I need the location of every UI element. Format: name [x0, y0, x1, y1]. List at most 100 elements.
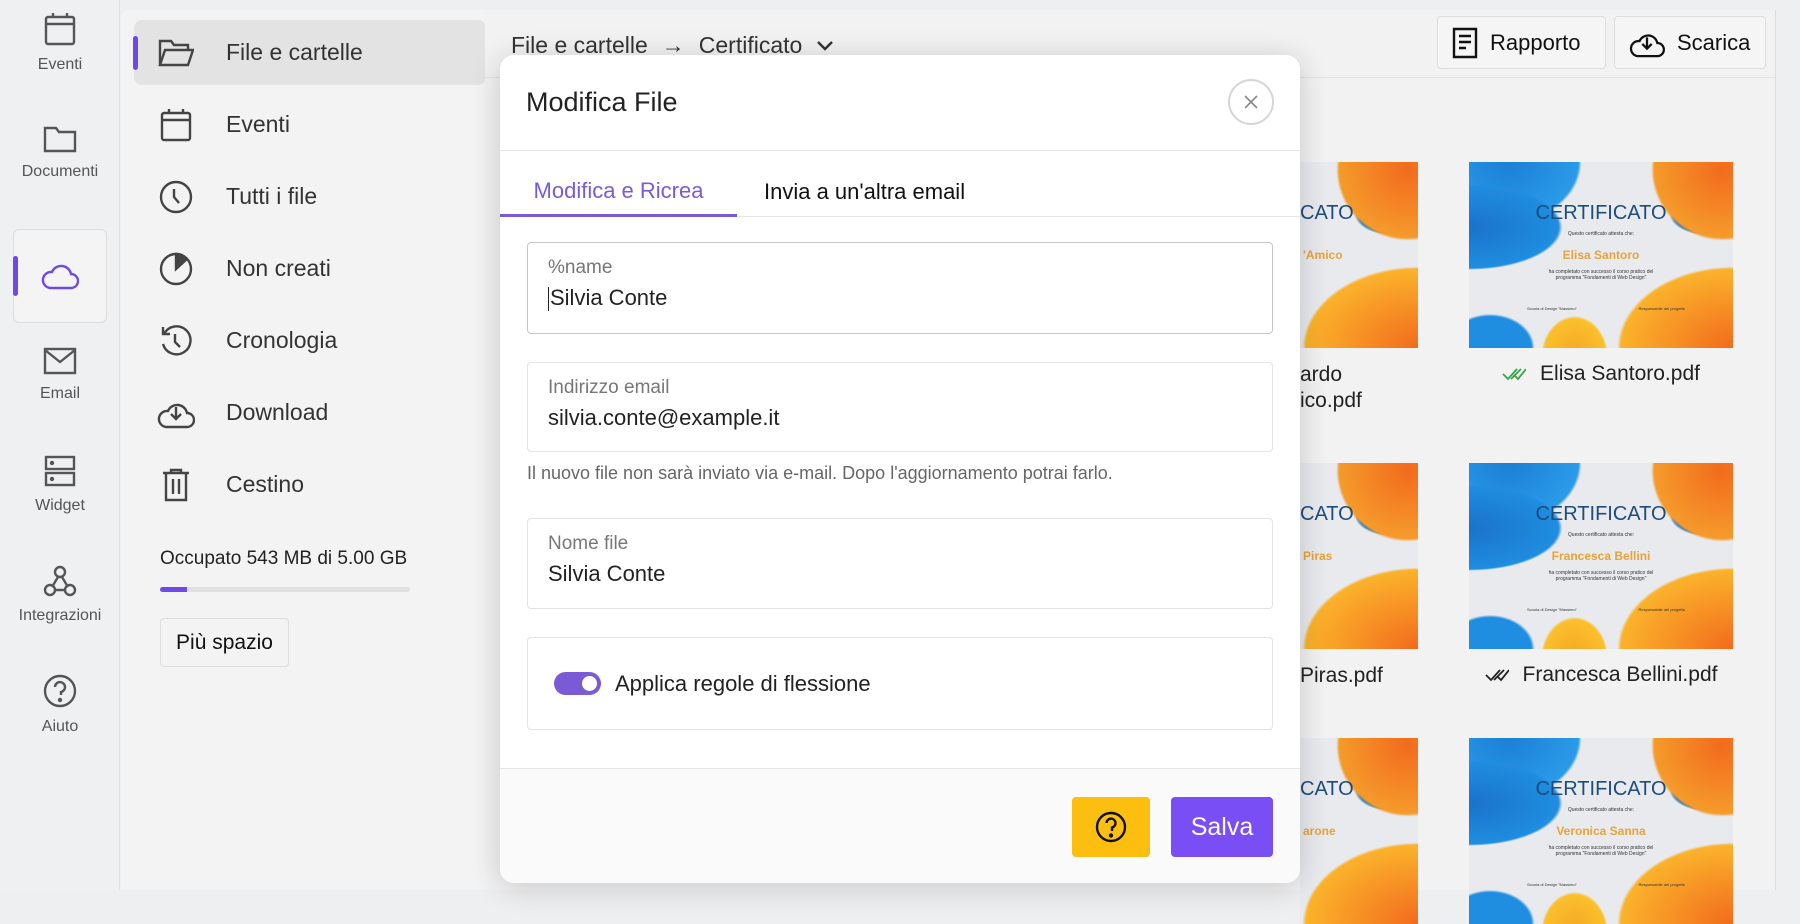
cert-title: CERTIFICATO	[1535, 503, 1667, 525]
save-button[interactable]: Salva	[1171, 797, 1273, 857]
folder-open-icon	[156, 39, 196, 67]
email-field[interactable]: Indirizzo email silvia.conte@example.it	[527, 362, 1273, 452]
sidebar: File e cartelle Eventi Tutti i file Non …	[121, 10, 486, 890]
sidebar-item-cronologia[interactable]: Cronologia	[134, 308, 486, 373]
close-button[interactable]	[1228, 79, 1274, 125]
double-check-icon	[1502, 367, 1527, 381]
email-input[interactable]: silvia.conte@example.it	[548, 405, 1252, 431]
rail-item-integrazioni[interactable]: Integrazioni	[13, 548, 107, 642]
sidebar-item-label: Download	[226, 399, 329, 425]
tab-invia-altra-email[interactable]: Invia a un'altra email	[764, 167, 965, 217]
server-icon	[44, 455, 76, 487]
cert-text: ha completato con successo il corso prat…	[1548, 570, 1654, 582]
download-button[interactable]: Scarica	[1614, 16, 1766, 69]
field-label: Indirizzo email	[548, 377, 670, 398]
storage-progress-fill	[160, 587, 187, 592]
certificate-thumbnail: CATO Piras	[1300, 463, 1418, 649]
filename-input[interactable]: Silvia Conte	[548, 561, 1252, 587]
certificate-thumbnail: CERTIFICATO Questo certificato attesta c…	[1469, 162, 1733, 348]
app-rail: Eventi Documenti Email Widget Integrazio…	[0, 0, 120, 890]
file-name: Francesca Bellini.pdf	[1522, 663, 1718, 686]
cert-name: Elisa Santoro	[1562, 248, 1640, 262]
webhook-icon	[43, 565, 77, 597]
report-label: Rapporto	[1490, 29, 1581, 55]
divider	[500, 150, 1300, 151]
file-card[interactable]: CERTIFICATO Questo certificato attesta c…	[1469, 738, 1733, 924]
close-icon	[1243, 94, 1259, 110]
sidebar-item-cestino[interactable]: Cestino	[134, 452, 486, 517]
rail-item-aiuto[interactable]: Aiuto	[13, 658, 107, 752]
cloud-download-icon	[156, 397, 196, 429]
cert-text: Responsabile del progetto	[1638, 607, 1685, 612]
sidebar-item-download[interactable]: Download	[134, 380, 486, 445]
help-button[interactable]	[1072, 797, 1150, 857]
file-card[interactable]: CATO Piras Piras.pdf	[1300, 463, 1418, 689]
rail-item-documenti[interactable]: Documenti	[13, 106, 107, 200]
cert-text: Questo certificato attesta che:	[1567, 532, 1635, 538]
rail-label: Integrazioni	[18, 607, 102, 624]
filename-field[interactable]: Nome file Silvia Conte	[527, 518, 1273, 609]
storage-usage-text: Occupato 543 MB di 5.00 GB	[160, 548, 408, 569]
rail-item-eventi[interactable]: Eventi	[13, 0, 107, 90]
name-field[interactable]: %name Silvia Conte	[527, 242, 1273, 334]
file-name: Piras.pdf	[1300, 664, 1383, 687]
cert-text: Questo certificato attesta che:	[1567, 231, 1635, 237]
sidebar-item-file-e-cartelle[interactable]: File e cartelle	[133, 20, 486, 85]
sidebar-item-label: Tutti i file	[226, 183, 318, 209]
clock-icon	[156, 180, 196, 214]
text-caret	[548, 287, 549, 312]
cloud-download-icon	[1629, 28, 1665, 58]
divider	[737, 216, 1300, 217]
inflection-toggle[interactable]	[554, 672, 601, 695]
cert-name: Piras	[1303, 549, 1333, 563]
rail-label: Documenti	[21, 163, 99, 180]
calendar-icon	[44, 12, 76, 46]
cert-text: Responsabile del progetto	[1638, 306, 1685, 311]
chevron-down-icon[interactable]	[816, 40, 834, 52]
rail-item-widget[interactable]: Widget	[13, 438, 107, 532]
help-icon	[43, 674, 77, 708]
cert-name: Veronica Sanna	[1556, 824, 1646, 838]
cert-text: Responsabile del progetto	[1638, 882, 1685, 887]
cloud-icon	[41, 262, 79, 290]
rail-item-cloud[interactable]	[13, 229, 107, 323]
cert-title: CATO	[1300, 202, 1354, 224]
pie-icon	[156, 252, 196, 286]
sidebar-item-non-creati[interactable]: Non creati	[134, 236, 486, 301]
cert-text: Scuola di Design "Massimo"	[1527, 882, 1577, 887]
certificate-thumbnail: CATO arone	[1300, 738, 1418, 924]
name-input[interactable]: Silvia Conte	[550, 285, 667, 310]
file-name: ardo	[1300, 363, 1343, 386]
certificate-thumbnail: CATO 'Amico	[1300, 162, 1418, 348]
tab-modifica-e-ricrea[interactable]: Modifica e Ricrea	[500, 167, 737, 217]
edit-file-modal: Modifica File Modifica e Ricrea Invia a …	[500, 55, 1300, 883]
trash-icon	[156, 468, 196, 502]
report-button[interactable]: Rapporto	[1437, 16, 1606, 69]
help-icon	[1094, 810, 1128, 844]
sidebar-item-label: Non creati	[226, 255, 331, 281]
sidebar-item-label: Eventi	[226, 111, 290, 137]
sidebar-item-eventi[interactable]: Eventi	[134, 92, 486, 157]
cert-name: 'Amico	[1303, 248, 1343, 262]
cert-title: CATO	[1300, 503, 1354, 525]
field-label: %name	[548, 257, 613, 278]
sidebar-item-tutti-i-file[interactable]: Tutti i file	[134, 164, 486, 229]
modal-title: Modifica File	[526, 87, 678, 117]
cert-title: CERTIFICATO	[1535, 778, 1667, 800]
sidebar-item-label: Cronologia	[226, 327, 338, 353]
file-card[interactable]: CATO arone	[1300, 738, 1418, 924]
certificate-thumbnail: CERTIFICATO Questo certificato attesta c…	[1469, 463, 1733, 649]
rail-label: Aiuto	[41, 718, 79, 735]
rail-item-email[interactable]: Email	[13, 328, 107, 422]
modal-footer: Salva	[500, 769, 1300, 883]
file-card[interactable]: CATO 'Amico ardo ico.pdf	[1300, 162, 1418, 414]
cert-text: Scuola di Design "Massimo"	[1527, 306, 1577, 311]
sidebar-item-label: Cestino	[226, 471, 304, 497]
cert-name: arone	[1303, 824, 1336, 838]
more-space-button[interactable]: Più spazio	[160, 618, 289, 667]
rail-label: Eventi	[37, 56, 83, 73]
file-card[interactable]: CERTIFICATO Questo certificato attesta c…	[1469, 162, 1733, 386]
cert-text: Scuola di Design "Massimo"	[1527, 607, 1577, 612]
file-card[interactable]: CERTIFICATO Questo certificato attesta c…	[1469, 463, 1733, 687]
report-icon	[1452, 27, 1478, 59]
